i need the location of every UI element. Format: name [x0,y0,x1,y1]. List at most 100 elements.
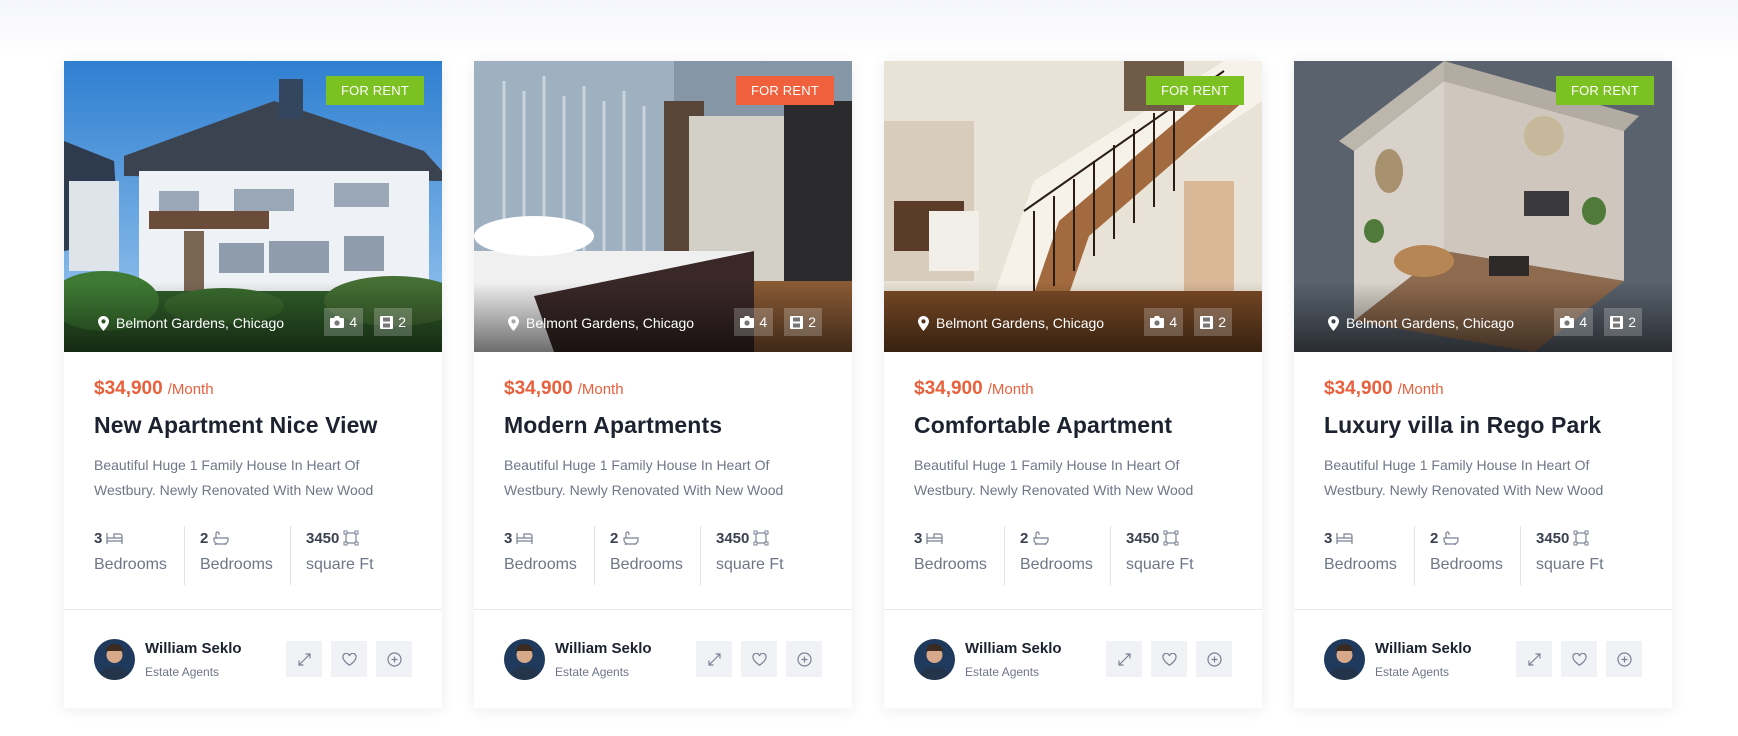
stat-value: 3450 [306,529,340,547]
listing-photo[interactable]: FOR RENT Belmont Gardens, Chicago 4 2 [1294,61,1672,352]
media-counts: 4 2 [734,308,822,336]
bath-icon [1033,531,1049,545]
stat-label: Bedrooms [914,556,987,573]
agent-name[interactable]: William Seklo [145,640,242,657]
agent-name[interactable]: William Seklo [555,640,652,657]
price-value: $34,900 [504,378,573,399]
listing-stats: 3 Bedrooms 2 Bedrooms 3450 square Ft [504,526,799,585]
bed-icon [106,532,123,544]
listing-body: $34,900 /Month Modern Apartments Beautif… [474,352,852,609]
avatar[interactable] [504,638,545,680]
stat-label: square Ft [306,556,374,573]
bed-icon [1336,532,1353,544]
listing-body: $34,900 /Month New Apartment Nice View B… [64,352,442,609]
expand-button[interactable] [286,641,322,677]
photo-count: 4 [759,314,768,330]
stat-label: square Ft [1536,556,1604,573]
agent-avatar-image [94,638,135,680]
location-label[interactable]: Belmont Gardens, Chicago [98,315,284,331]
listing-title[interactable]: Modern Apartments [504,412,822,439]
photo-count-chip[interactable]: 4 [1554,308,1594,336]
expand-button[interactable] [1106,641,1142,677]
add-button[interactable] [1606,641,1642,677]
favorite-button[interactable] [1561,641,1597,677]
stat-value: 2 [610,529,619,547]
listing-card[interactable]: FOR RENT Belmont Gardens, Chicago 4 2 $3… [1294,61,1672,708]
stat-label: Bedrooms [610,556,683,573]
listing-actions [1106,641,1232,677]
video-count-chip[interactable]: 2 [1604,308,1642,336]
price-value: $34,900 [914,378,983,399]
avatar[interactable] [914,638,955,680]
add-button[interactable] [1196,641,1232,677]
camera-icon [330,316,345,328]
media-counts: 4 2 [1144,308,1232,336]
listing-photo[interactable]: FOR RENT Belmont Gardens, Chicago 4 2 [64,61,442,352]
listing-stats: 3 Bedrooms 2 Bedrooms 3450 square Ft [914,526,1209,585]
listing-title[interactable]: New Apartment Nice View [94,412,412,439]
section-top-band [0,0,1738,60]
map-pin-icon [918,315,929,331]
listing-card[interactable]: FOR RENT Belmont Gardens, Chicago 4 2 $3… [474,61,852,708]
agent-info[interactable]: William Seklo Estate Agents [94,638,242,680]
stat-value: 3 [504,529,513,547]
price-unit: /Month [577,381,624,398]
for-rent-badge: FOR RENT [1555,76,1654,105]
photo-count: 4 [1579,314,1588,330]
heart-icon [1571,652,1587,666]
area-icon [1163,530,1179,546]
video-count: 2 [1218,314,1226,330]
listing-body: $34,900 /Month Luxury villa in Rego Park… [1294,352,1672,609]
camera-icon [1560,316,1575,328]
location-label[interactable]: Belmont Gardens, Chicago [918,315,1104,331]
price-unit: /Month [987,381,1034,398]
price-value: $34,900 [94,378,163,399]
listing-card[interactable]: FOR RENT Belmont Gardens, Chicago 4 2 $3… [884,61,1262,708]
favorite-button[interactable] [741,641,777,677]
price: $34,900 /Month [1324,378,1642,400]
agent-info[interactable]: William Seklo Estate Agents [914,638,1062,680]
listing-description: Beautiful Huge 1 Family House In Heart O… [914,457,1194,498]
favorite-button[interactable] [1151,641,1187,677]
expand-button[interactable] [696,641,732,677]
agent-role: Estate Agents [1375,664,1450,679]
stat-label: Bedrooms [94,556,167,573]
plus-circle-icon [1616,651,1632,667]
agent-name[interactable]: William Seklo [1375,640,1472,657]
listing-card[interactable]: FOR RENT Belmont Gardens, Chicago 4 2 $3… [64,61,442,708]
photo-count-chip[interactable]: 4 [734,308,774,336]
photo-count: 4 [349,314,358,330]
avatar[interactable] [94,638,135,680]
listing-title[interactable]: Luxury villa in Rego Park [1324,412,1642,439]
listing-actions [1516,641,1642,677]
listing-photo[interactable]: FOR RENT Belmont Gardens, Chicago 4 2 [884,61,1262,352]
photo-count-chip[interactable]: 4 [1144,308,1184,336]
agent-name[interactable]: William Seklo [965,640,1062,657]
plus-circle-icon [386,651,402,667]
listing-photo[interactable]: FOR RENT Belmont Gardens, Chicago 4 2 [474,61,852,352]
video-count-chip[interactable]: 2 [374,308,412,336]
location-label[interactable]: Belmont Gardens, Chicago [1328,315,1514,331]
expand-icon [1117,652,1131,666]
agent-info[interactable]: William Seklo Estate Agents [1324,638,1472,680]
stat-value: 2 [200,529,209,547]
listing-description: Beautiful Huge 1 Family House In Heart O… [94,457,374,498]
stat-bathrooms: 2 Bedrooms [594,526,700,585]
video-count-chip[interactable]: 2 [1194,308,1232,336]
listing-title[interactable]: Comfortable Apartment [914,412,1232,439]
video-count-chip[interactable]: 2 [784,308,822,336]
location-label[interactable]: Belmont Gardens, Chicago [508,315,694,331]
photo-count-chip[interactable]: 4 [324,308,364,336]
stat-label: square Ft [716,556,784,573]
add-button[interactable] [786,641,822,677]
favorite-button[interactable] [331,641,367,677]
expand-button[interactable] [1516,641,1552,677]
stat-bathrooms: 2 Bedrooms [1004,526,1110,585]
stat-bathrooms: 2 Bedrooms [1414,526,1520,585]
avatar[interactable] [1324,638,1365,680]
stat-label: Bedrooms [504,556,577,573]
stat-label: square Ft [1126,556,1194,573]
add-button[interactable] [376,641,412,677]
agent-info[interactable]: William Seklo Estate Agents [504,638,652,680]
stat-area: 3450 square Ft [290,526,389,585]
